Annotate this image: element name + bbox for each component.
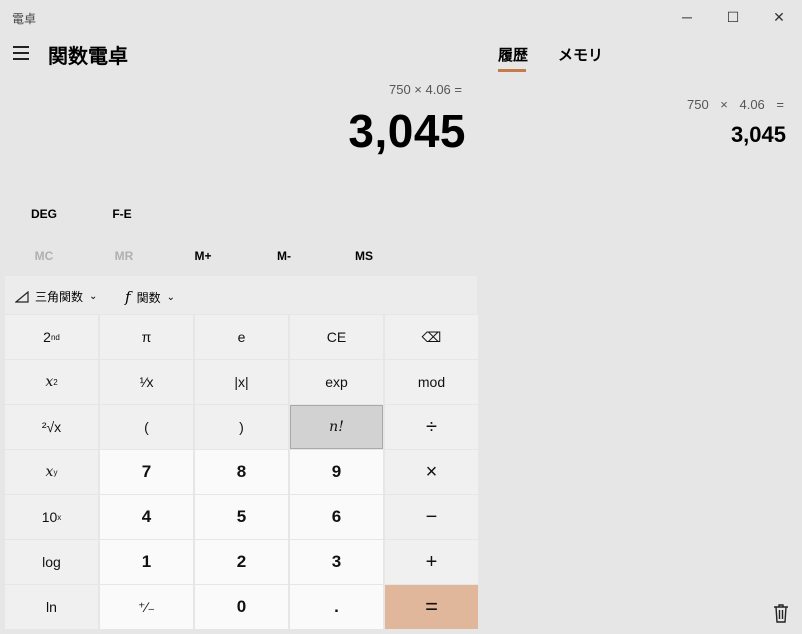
function-bar: 三角関数 ⌄ f 関数 ⌄: [5, 276, 477, 314]
mode-title: 関数電卓: [48, 46, 128, 68]
history-result[interactable]: 3,045: [731, 122, 786, 148]
func-dropdown[interactable]: f 関数 ⌄: [125, 288, 175, 306]
e-button[interactable]: e: [195, 315, 288, 359]
digit-7-button[interactable]: 7: [100, 450, 193, 494]
abs-button[interactable]: |x|: [195, 360, 288, 404]
ce-button[interactable]: CE: [290, 315, 383, 359]
equals-button[interactable]: =: [385, 585, 478, 629]
mr-button[interactable]: MR: [84, 249, 164, 263]
func-label: 関数: [136, 290, 161, 305]
x-power-y-button[interactable]: xy: [5, 450, 98, 494]
trash-icon[interactable]: [771, 602, 791, 624]
minus-button[interactable]: −: [385, 495, 478, 539]
keypad: 2nd π e CE ⌫ x2 ¹⁄x |x| exp mod ²√x ( ) …: [5, 315, 478, 629]
reciprocal-button[interactable]: ¹⁄x: [100, 360, 193, 404]
history-expression[interactable]: 750 × 4.06 =: [687, 97, 784, 112]
digit-6-button[interactable]: 6: [290, 495, 383, 539]
active-tab-indicator: [498, 69, 526, 72]
ms-button[interactable]: MS: [324, 249, 404, 263]
digit-2-button[interactable]: 2: [195, 540, 288, 584]
plus-button[interactable]: +: [385, 540, 478, 584]
decimal-button[interactable]: .: [290, 585, 383, 629]
triangle-icon: [15, 290, 29, 303]
minimize-button[interactable]: ─: [664, 0, 710, 34]
negate-button[interactable]: ⁺∕₋: [100, 585, 193, 629]
window-title: 電卓: [12, 12, 37, 26]
title-bar: 電卓 ─ ☐ ✕: [0, 0, 802, 34]
result-display: 3,045: [348, 105, 466, 157]
fe-button[interactable]: F-E: [82, 207, 162, 221]
digit-5-button[interactable]: 5: [195, 495, 288, 539]
angle-mode-button[interactable]: DEG: [4, 207, 84, 221]
function-icon: f: [125, 288, 131, 306]
digit-1-button[interactable]: 1: [100, 540, 193, 584]
trig-dropdown[interactable]: 三角関数 ⌄: [15, 288, 97, 305]
digit-0-button[interactable]: 0: [195, 585, 288, 629]
digit-4-button[interactable]: 4: [100, 495, 193, 539]
chevron-down-icon: ⌄: [166, 291, 175, 303]
exp-button[interactable]: exp: [290, 360, 383, 404]
tab-history[interactable]: 履歴: [498, 44, 528, 65]
tab-memory[interactable]: メモリ: [558, 44, 603, 65]
pi-button[interactable]: π: [100, 315, 193, 359]
mc-button[interactable]: MC: [4, 249, 84, 263]
divide-button[interactable]: ÷: [385, 405, 478, 449]
backspace-button[interactable]: ⌫: [385, 315, 478, 359]
close-button[interactable]: ✕: [756, 0, 802, 34]
digit-3-button[interactable]: 3: [290, 540, 383, 584]
m-plus-button[interactable]: M+: [163, 249, 243, 263]
right-paren-button[interactable]: ): [195, 405, 288, 449]
log-button[interactable]: log: [5, 540, 98, 584]
multiply-button[interactable]: ×: [385, 450, 478, 494]
second-button[interactable]: 2nd: [5, 315, 98, 359]
m-minus-button[interactable]: M-: [244, 249, 324, 263]
left-paren-button[interactable]: (: [100, 405, 193, 449]
ln-button[interactable]: ln: [5, 585, 98, 629]
hamburger-icon[interactable]: [10, 42, 32, 64]
factorial-button[interactable]: n!: [290, 405, 383, 449]
chevron-down-icon: ⌄: [89, 291, 98, 302]
ten-power-x-button[interactable]: 10 x: [5, 495, 98, 539]
maximize-button[interactable]: ☐: [710, 0, 756, 34]
expression-display: 750 × 4.06 =: [388, 82, 462, 97]
trig-label: 三角関数: [35, 290, 84, 304]
x-squared-button[interactable]: x2: [5, 360, 98, 404]
mod-button[interactable]: mod: [385, 360, 478, 404]
digit-9-button[interactable]: 9: [290, 450, 383, 494]
digit-8-button[interactable]: 8: [195, 450, 288, 494]
sqrt-button[interactable]: ²√x: [5, 405, 98, 449]
